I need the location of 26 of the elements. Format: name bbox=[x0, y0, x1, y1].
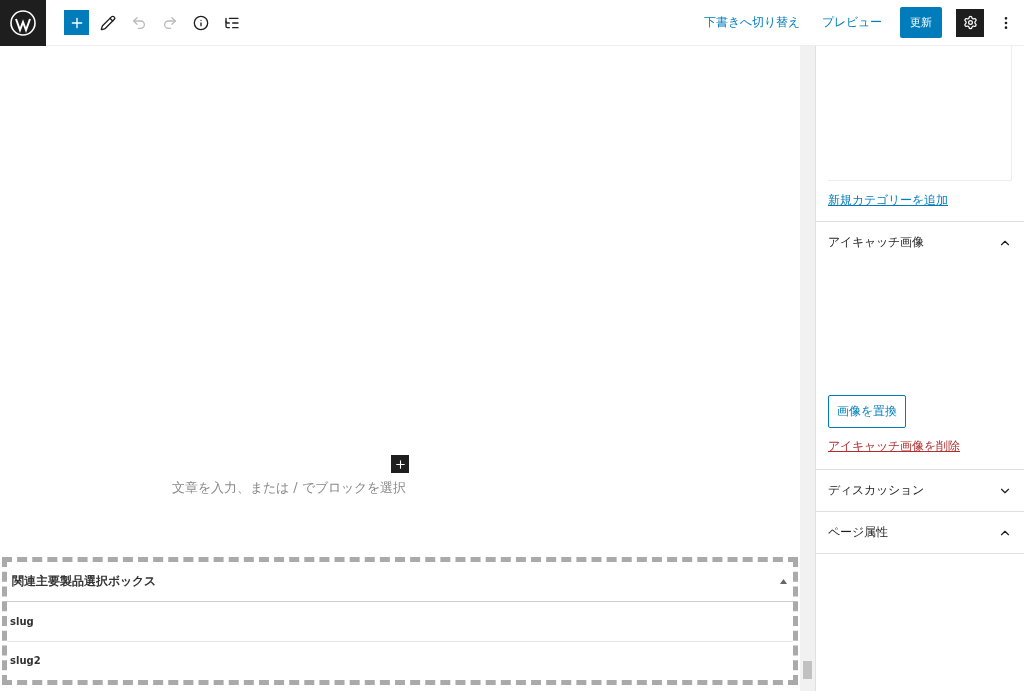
settings-button[interactable] bbox=[956, 8, 984, 37]
replace-image-button[interactable]: 画像を置換 bbox=[828, 395, 906, 428]
switch-to-draft-button[interactable]: 下書きへ切り替え bbox=[700, 10, 804, 35]
update-button[interactable]: 更新 bbox=[900, 7, 942, 38]
undo-icon bbox=[130, 14, 147, 31]
paragraph-placeholder[interactable]: 文章を入力、または / でブロックを選択 bbox=[172, 479, 406, 497]
collapse-toggle-icon[interactable] bbox=[780, 579, 787, 584]
remove-image-link[interactable]: アイキャッチ画像を削除 bbox=[828, 438, 960, 455]
redo-icon bbox=[161, 14, 178, 31]
scrollbar[interactable] bbox=[800, 46, 815, 691]
add-block-button[interactable] bbox=[391, 455, 409, 473]
preview-button[interactable]: プレビュー bbox=[818, 10, 886, 35]
settings-icon bbox=[962, 15, 978, 30]
plus-icon bbox=[393, 457, 407, 471]
wordpress-logo[interactable] bbox=[0, 0, 46, 46]
wordpress-logo-icon bbox=[10, 9, 36, 36]
panel-header[interactable]: ページ属性 bbox=[828, 512, 1012, 553]
panel-header[interactable]: ディスカッション bbox=[828, 470, 1012, 511]
field-label: slug2 bbox=[10, 655, 41, 667]
info-icon bbox=[192, 14, 209, 31]
pencil-icon bbox=[99, 14, 116, 31]
field-label: slug bbox=[10, 615, 34, 627]
metabox-title: 関連主要製品選択ボックス bbox=[12, 573, 156, 590]
scrollbar-thumb[interactable] bbox=[803, 661, 812, 679]
add-category-link[interactable]: 新規カテゴリーを追加 bbox=[828, 193, 948, 207]
panel-header[interactable]: アイキャッチ画像 bbox=[828, 222, 1012, 263]
